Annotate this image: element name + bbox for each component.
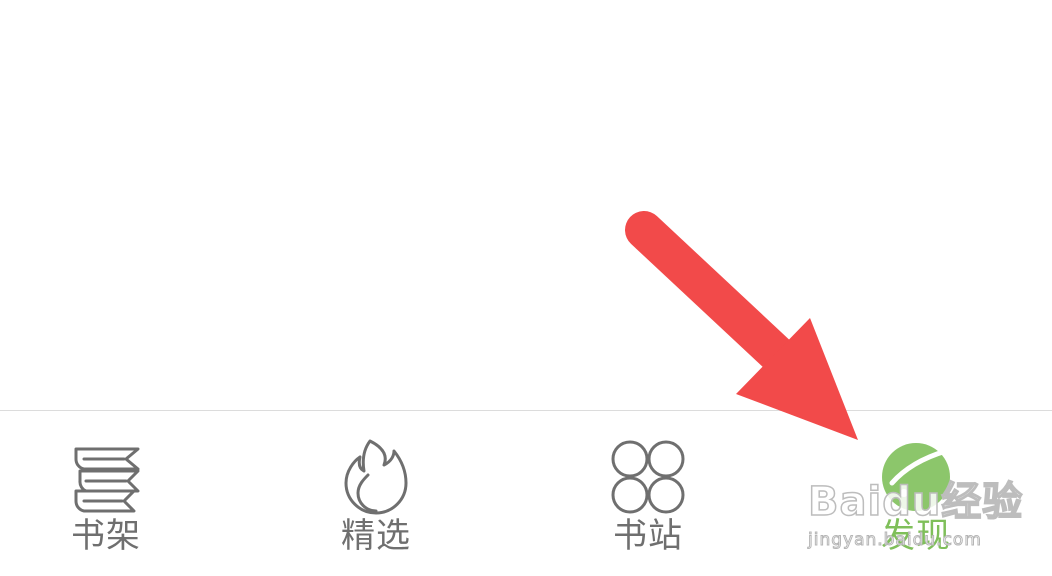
tab-discover-label: 发现 [881, 516, 951, 556]
tab-discover[interactable]: 发现 [816, 411, 1016, 576]
tab-bookshelf[interactable]: 书架 [6, 411, 206, 576]
flame-icon [336, 437, 416, 517]
bookshelf-icon [66, 437, 146, 517]
tab-bookstore-label: 书站 [613, 516, 683, 556]
bottom-tab-bar: 书架 精选 书站 发现 [0, 411, 1052, 576]
content-area [0, 0, 1052, 410]
tab-featured-label: 精选 [341, 516, 411, 556]
tab-bookshelf-label: 书架 [71, 516, 141, 556]
four-circles-icon [608, 437, 688, 517]
tab-featured[interactable]: 精选 [276, 411, 476, 576]
tab-bookstore[interactable]: 书站 [548, 411, 748, 576]
discover-icon [876, 437, 956, 517]
